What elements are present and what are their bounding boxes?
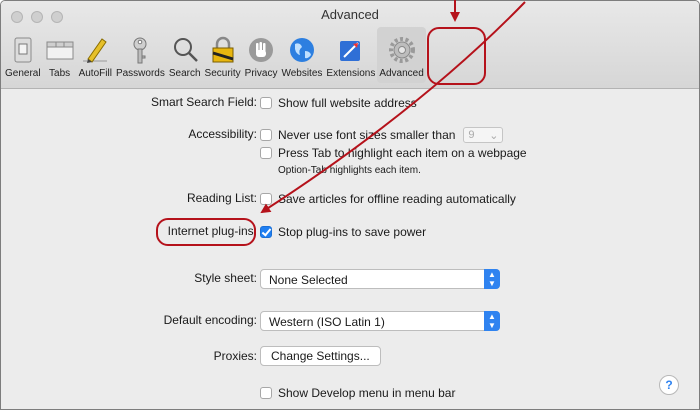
advanced-preferences-pane: Smart Search Field: Show full website ad… bbox=[1, 89, 699, 409]
checkbox-box[interactable] bbox=[260, 129, 272, 141]
window-title: Advanced bbox=[321, 7, 379, 22]
default-encoding-row: Default encoding: Western (ISO Latin 1) … bbox=[1, 311, 699, 331]
tab-autofill[interactable]: AutoFill bbox=[77, 27, 114, 83]
stop-plugins-checkbox[interactable]: Stop plug-ins to save power bbox=[260, 222, 426, 242]
press-tab-hint-row: Option-Tab highlights each item. bbox=[1, 160, 699, 180]
tab-security[interactable]: Security bbox=[203, 27, 243, 83]
proxies-label: Proxies: bbox=[213, 349, 257, 363]
preferences-toolbar: General Tabs AutoFill Passwords Search S… bbox=[3, 27, 426, 85]
updown-chevron-icon: ▲ ▼ bbox=[484, 311, 500, 331]
default-encoding-select[interactable]: Western (ISO Latin 1) ▲ ▼ bbox=[260, 311, 500, 331]
key-icon bbox=[133, 37, 147, 64]
pencil-icon bbox=[83, 38, 108, 63]
change-settings-button[interactable]: Change Settings... bbox=[260, 346, 381, 366]
style-sheet-row: Style sheet: None Selected ▲ ▼ bbox=[1, 269, 699, 289]
help-button[interactable]: ? bbox=[659, 375, 679, 395]
proxies-row: Proxies: Change Settings... bbox=[1, 346, 699, 367]
style-sheet-select[interactable]: None Selected ▲ ▼ bbox=[260, 269, 500, 289]
puzzle-icon bbox=[339, 41, 360, 61]
reading-list-label: Reading List: bbox=[186, 191, 257, 205]
show-full-address-checkbox[interactable]: Show full website address bbox=[260, 93, 417, 113]
min-font-size-checkbox[interactable]: Never use font sizes smaller than 9 ⌄ bbox=[260, 125, 504, 145]
tabs-icon bbox=[46, 41, 74, 60]
smart-search-label: Smart Search Field: bbox=[150, 95, 257, 109]
tab-general[interactable]: General bbox=[3, 27, 43, 83]
checkbox-box[interactable] bbox=[260, 147, 272, 159]
default-encoding-label: Default encoding: bbox=[163, 313, 257, 327]
style-sheet-label: Style sheet: bbox=[194, 271, 257, 285]
tab-extensions[interactable]: Extensions bbox=[324, 27, 377, 83]
checkbox-box[interactable] bbox=[260, 387, 272, 399]
checkbox-box[interactable] bbox=[260, 97, 272, 109]
smart-search-row: Smart Search Field: Show full website ad… bbox=[1, 93, 699, 113]
tab-privacy[interactable]: Privacy bbox=[243, 27, 280, 83]
lock-icon bbox=[212, 36, 234, 63]
show-develop-menu-checkbox[interactable]: Show Develop menu in menu bar bbox=[260, 383, 455, 403]
accessibility-row: Accessibility: Never use font sizes smal… bbox=[1, 125, 699, 145]
tab-passwords[interactable]: Passwords bbox=[114, 27, 167, 83]
globe-icon bbox=[289, 38, 314, 62]
title-bar: Advanced General Tabs AutoFill Passwords… bbox=[1, 1, 699, 89]
checkbox-checked[interactable] bbox=[260, 226, 272, 238]
font-size-popup[interactable]: 9 ⌄ bbox=[463, 127, 504, 143]
internet-plugins-row: Internet plug-ins: Stop plug-ins to save… bbox=[1, 222, 699, 242]
tab-search[interactable]: Search bbox=[167, 27, 203, 83]
save-offline-checkbox[interactable]: Save articles for offline reading automa… bbox=[260, 189, 516, 209]
hand-icon bbox=[249, 38, 274, 62]
preferences-window: Advanced General Tabs AutoFill Passwords… bbox=[0, 0, 700, 410]
tab-advanced[interactable]: Advanced bbox=[377, 27, 426, 83]
magnifier-icon bbox=[173, 38, 198, 62]
reading-list-row: Reading List: Save articles for offline … bbox=[1, 189, 699, 209]
chevron-down-icon: ⌄ bbox=[489, 129, 499, 142]
gear-icon bbox=[388, 37, 415, 63]
tab-websites[interactable]: Websites bbox=[279, 27, 324, 83]
updown-chevron-icon: ▲ ▼ bbox=[484, 269, 500, 289]
tab-tabs[interactable]: Tabs bbox=[43, 27, 77, 83]
option-tab-hint: Option-Tab highlights each item. bbox=[278, 164, 421, 176]
accessibility-label: Accessibility: bbox=[188, 127, 257, 141]
develop-menu-row: Show Develop menu in menu bar bbox=[1, 383, 699, 403]
internet-plugins-label: Internet plug-ins: bbox=[167, 224, 257, 238]
general-switch-icon bbox=[14, 37, 32, 63]
checkbox-box[interactable] bbox=[260, 193, 272, 205]
